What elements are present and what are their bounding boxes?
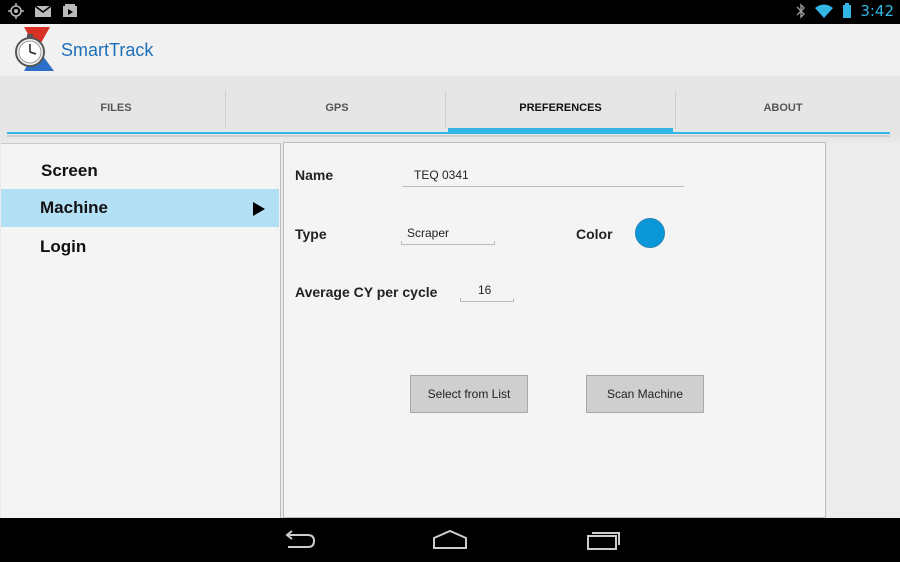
type-label: Type — [295, 226, 327, 242]
average-cy-input[interactable]: 16 — [460, 282, 514, 302]
recents-icon[interactable] — [582, 526, 622, 554]
tab-gps[interactable]: GPS — [226, 90, 448, 130]
sidebar-item-label: Screen — [41, 161, 98, 180]
battery-icon — [843, 3, 852, 18]
color-label: Color — [576, 226, 613, 242]
scan-machine-button[interactable]: Scan Machine — [586, 375, 704, 413]
sidebar-item-label: Login — [40, 237, 87, 256]
right-gutter — [827, 142, 900, 518]
preferences-sidebar: Screen Machine Login — [1, 143, 281, 518]
sidebar-item-label: Machine — [40, 198, 109, 217]
mail-icon — [34, 5, 52, 17]
stopwatch-logo-icon[interactable] — [10, 26, 56, 72]
name-input[interactable]: TEQ 0341 — [402, 167, 684, 187]
home-icon[interactable] — [430, 526, 470, 554]
sidebar-item-machine[interactable]: Machine — [1, 189, 279, 227]
media-icon — [63, 4, 77, 17]
play-arrow-icon — [253, 202, 265, 216]
tab-divider — [445, 91, 446, 129]
name-label: Name — [295, 167, 334, 183]
tab-files[interactable]: FILES — [7, 90, 225, 130]
machine-settings-panel: Name TEQ 0341 Type Scraper Color Average… — [283, 142, 826, 518]
tab-preferences[interactable]: PREFERENCES — [448, 90, 673, 130]
color-swatch[interactable] — [635, 218, 665, 248]
sidebar-item-screen[interactable]: Screen — [1, 152, 279, 190]
system-nav-bar — [0, 518, 900, 562]
location-icon — [8, 3, 24, 19]
tab-about[interactable]: ABOUT — [676, 90, 890, 130]
tab-shadow — [7, 135, 890, 137]
app-title: SmartTrack — [61, 40, 154, 60]
status-bar: 3:42 — [0, 0, 900, 24]
bluetooth-icon — [796, 3, 806, 19]
action-bar: SmartTrack — [0, 24, 900, 76]
tab-underline — [7, 132, 890, 134]
type-spinner[interactable]: Scraper — [401, 225, 495, 245]
back-icon[interactable] — [278, 526, 318, 554]
average-cy-label: Average CY per cycle — [295, 284, 438, 300]
sidebar-item-login[interactable]: Login — [1, 228, 279, 266]
select-from-list-button[interactable]: Select from List — [410, 375, 528, 413]
wifi-icon — [815, 4, 834, 18]
status-time: 3:42 — [860, 2, 894, 20]
tab-bar: FILES GPS PREFERENCES ABOUT — [0, 76, 900, 139]
